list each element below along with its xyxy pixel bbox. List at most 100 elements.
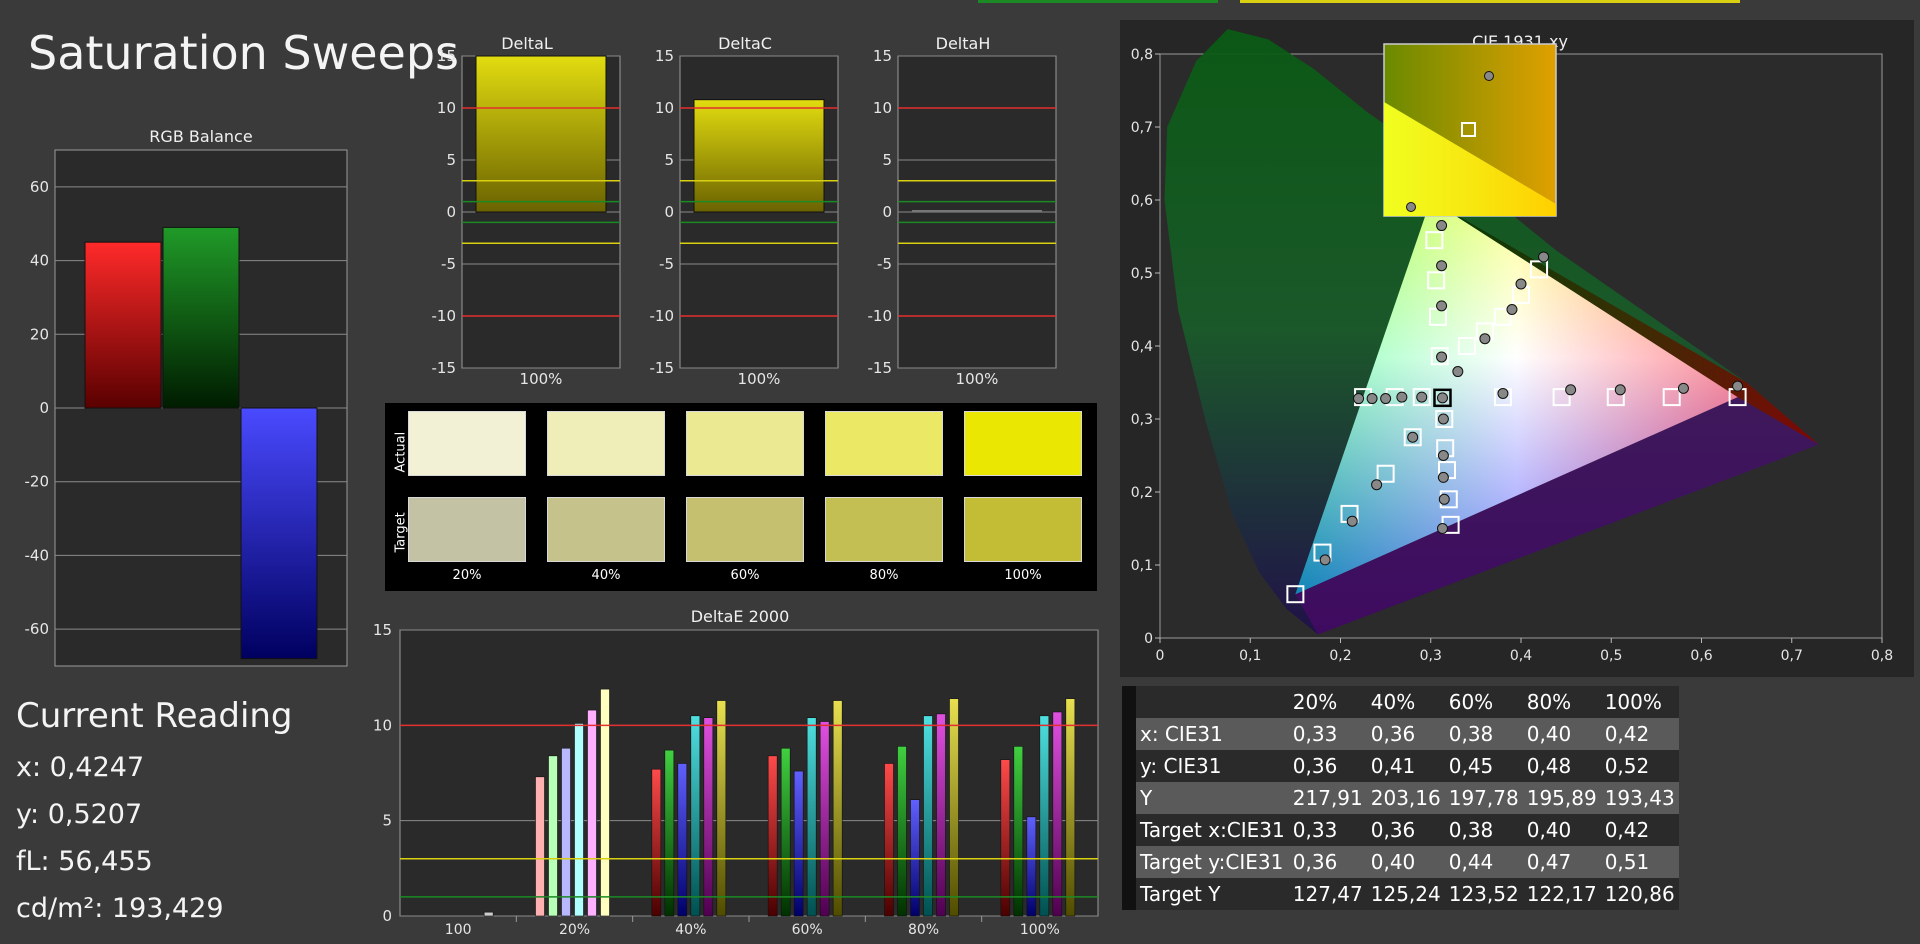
table-cell: 0,36 <box>1366 814 1445 846</box>
table-row-label: Target x:CIE31 <box>1136 814 1289 846</box>
swatch-panel: Actual Target 20% 40% 60% 80% 100% <box>385 403 1097 591</box>
table-cell: 0,41 <box>1366 750 1445 782</box>
deltae-bar-g <box>1013 746 1024 917</box>
reading-cdm2: cd/m²: 193,429 <box>16 893 224 924</box>
cie-measured-point <box>1436 392 1448 404</box>
delta-l-chart: 15 10 5 0 -5 -10 -15 100% <box>432 48 621 388</box>
cie-ytick-label: 0,4 <box>1131 339 1153 355</box>
cie-measured-point <box>1515 278 1527 290</box>
deltae-bar-g <box>897 746 907 917</box>
table-cell: 0,51 <box>1600 846 1679 878</box>
page-title: Saturation Sweeps <box>28 26 460 80</box>
rgb-ytick-label: 0 <box>39 399 49 417</box>
rgb-bar-r <box>84 241 162 409</box>
rgb-ytick-label: 60 <box>30 178 49 196</box>
deltae-bar-c <box>1039 715 1050 917</box>
cie-inset-measured <box>1484 71 1494 81</box>
cie-ytick-label: 0,8 <box>1131 47 1153 63</box>
row-marker <box>1122 686 1136 718</box>
deltae-bar-g <box>664 749 675 917</box>
deltae-bar-y <box>600 688 610 917</box>
delta-l-ytick-label: -10 <box>432 307 457 325</box>
delta-h-ytick-label: 10 <box>873 99 892 117</box>
delta-h-ytick-label: -15 <box>868 359 893 377</box>
table-cell: 197,78 <box>1444 782 1523 814</box>
cie-xtick-label: 0,1 <box>1239 648 1261 664</box>
table-cell: 0,48 <box>1522 750 1601 782</box>
deltae-ytick-label: 15 <box>373 621 392 639</box>
cie-measured-point <box>1436 260 1448 272</box>
table-cell: 0,40 <box>1522 814 1601 846</box>
cie-measured-point <box>1497 387 1509 399</box>
table-cell: 0,44 <box>1444 846 1523 878</box>
table-cell: 123,52 <box>1444 878 1523 910</box>
deltae-bar-b <box>793 770 804 917</box>
actual-swatch <box>686 411 804 476</box>
table-cell: 203,16 <box>1366 782 1445 814</box>
cie-measured-point <box>1437 450 1449 461</box>
cie-measured-point <box>1436 300 1448 312</box>
deltae-bar-r <box>884 763 894 917</box>
swatch-label: 60% <box>730 568 760 583</box>
table-row-label: Target Y <box>1136 878 1289 910</box>
cie-ytick-label: 0,6 <box>1131 193 1153 209</box>
swatch-label: 100% <box>1004 568 1042 583</box>
cie-measured-point <box>1436 351 1448 363</box>
rgb-bar-g <box>162 226 240 409</box>
actual-row-label: Actual <box>393 431 409 473</box>
cie-measured-point <box>1371 479 1383 491</box>
deltae-ytick-label: 0 <box>382 907 392 925</box>
delta-c-ytick-label: -15 <box>650 359 675 377</box>
cie-measured-point <box>1396 391 1408 403</box>
target-swatch <box>547 497 665 562</box>
rgb-ytick-label: -20 <box>25 473 50 491</box>
deltae-ytick-label: 5 <box>382 812 392 830</box>
table-cell: 0,38 <box>1444 814 1523 846</box>
table-row: Y 217,91 203,16 197,78 195,89 193,43 <box>1122 782 1679 814</box>
delta-c-ytick-label: -10 <box>650 307 675 325</box>
cie-measured-point <box>1438 493 1450 505</box>
table-cell: 195,89 <box>1522 782 1601 814</box>
table-cell: 0,36 <box>1288 750 1367 782</box>
deltae-bar-c <box>574 723 584 917</box>
deltae-bar-y <box>483 911 494 917</box>
swatch-label: 80% <box>869 568 899 583</box>
top-strip-green <box>978 0 1218 3</box>
delta-c-ytick-label: -5 <box>659 255 674 273</box>
cie-measured-point <box>1407 431 1419 443</box>
current-reading-heading: Current Reading <box>16 696 293 736</box>
cie-measured-point <box>1366 393 1378 405</box>
table-row-label: Y <box>1136 782 1289 814</box>
delta-h-chart: 15 10 5 0 -5 -10 -15 100% <box>868 48 1057 388</box>
deltae-bar-r <box>651 768 662 917</box>
target-row-label: Target <box>393 512 409 553</box>
cie-measured-point <box>1416 391 1428 403</box>
table-header-cell <box>1136 686 1289 718</box>
table-cell: 127,47 <box>1288 878 1367 910</box>
cie-measured-point <box>1677 382 1689 394</box>
table-row: Target y:CIE31 0,36 0,40 0,44 0,47 0,51 <box>1122 846 1679 878</box>
table-row-label: y: CIE31 <box>1136 750 1289 782</box>
table-row: Target Y 127,47 125,24 123,52 122,17 120,86 <box>1122 878 1679 910</box>
table-header-cell: 60% <box>1444 686 1523 718</box>
deltae-bar-b <box>561 747 571 917</box>
deltae-bar-r <box>535 776 545 917</box>
row-marker <box>1122 814 1136 846</box>
table-header-cell: 20% <box>1288 686 1367 718</box>
deltae-bar-g <box>780 747 791 917</box>
delta-c-chart: 15 10 5 0 -5 -10 -15 100% <box>650 48 839 388</box>
cie-measured-point <box>1346 515 1358 527</box>
table-cell: 193,43 <box>1600 782 1679 814</box>
rgb-bar-b <box>240 407 318 660</box>
cie-measured-point <box>1353 393 1365 405</box>
deltae-bar-c <box>923 715 933 917</box>
target-swatch <box>964 497 1082 562</box>
delta-l-ytick-label: 0 <box>446 203 456 221</box>
target-swatch <box>408 497 526 562</box>
cie-measured-point <box>1732 380 1744 392</box>
deltae-xtick-label: 60% <box>792 922 823 938</box>
delta-c-ytick-label: 15 <box>655 48 674 65</box>
cie-measured-point <box>1538 251 1550 263</box>
cie-xtick-label: 0,6 <box>1690 648 1712 664</box>
deltae-bar-c <box>806 717 817 917</box>
